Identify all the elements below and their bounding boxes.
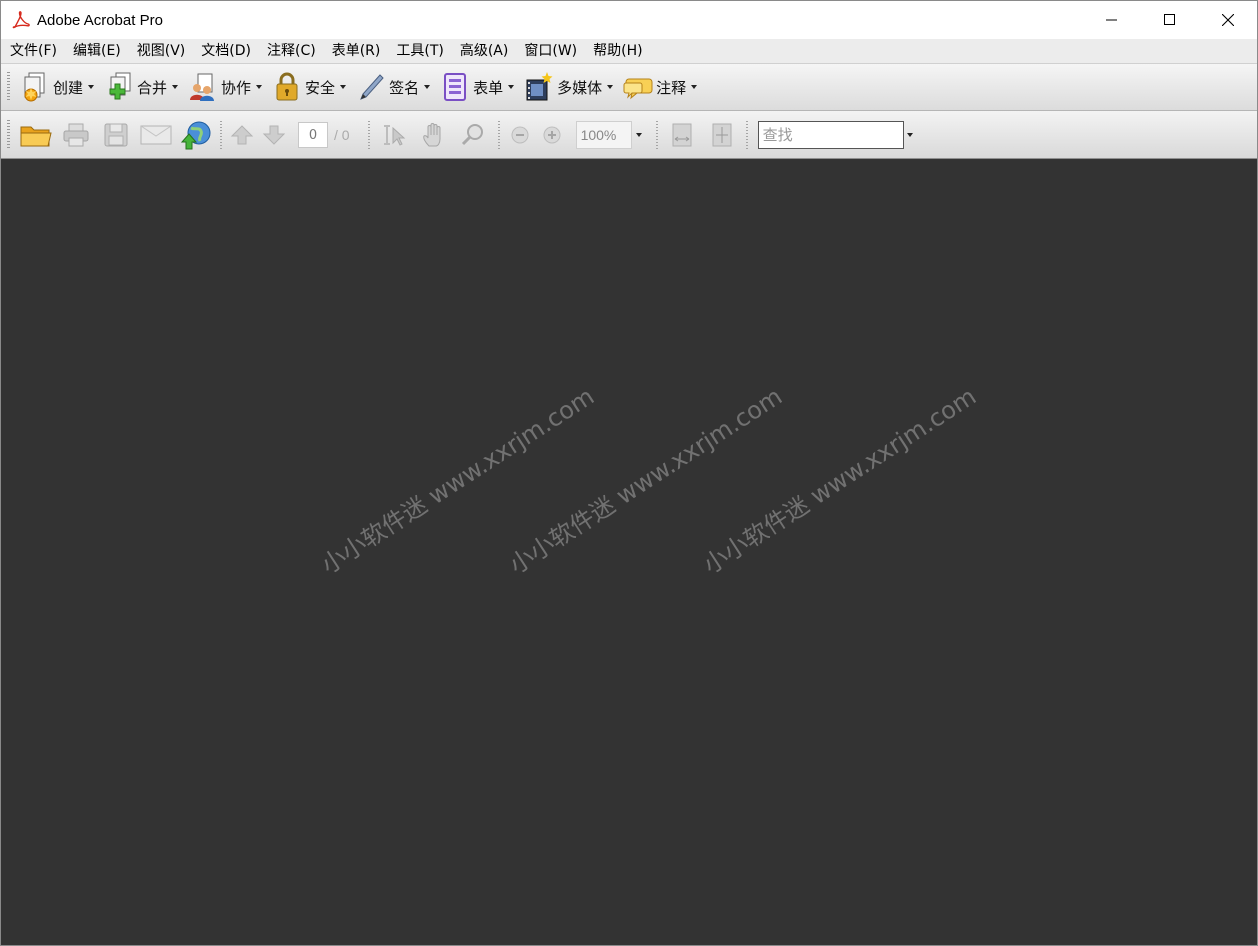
web-upload-button[interactable] — [176, 117, 216, 153]
marquee-zoom-icon — [461, 123, 483, 145]
combine-label: 合并 — [137, 78, 168, 97]
sign-button[interactable]: 签名 — [352, 67, 436, 107]
previous-page-button[interactable] — [226, 117, 258, 153]
text-select-icon — [383, 124, 405, 146]
sign-label: 签名 — [389, 78, 420, 97]
page-number-input[interactable]: 0 — [298, 121, 328, 148]
zoom-out-icon — [511, 126, 529, 143]
next-page-button[interactable] — [258, 117, 290, 153]
menu-forms[interactable]: 表单(R) — [324, 39, 389, 63]
toolbar-separator — [220, 120, 222, 149]
zoom-tool-button[interactable] — [454, 117, 494, 153]
combine-button[interactable]: 合并 — [100, 67, 184, 107]
forms-label: 表单 — [473, 78, 504, 97]
menu-edit[interactable]: 编辑(E) — [65, 39, 129, 63]
save-button[interactable] — [96, 117, 136, 153]
toolbar-grip[interactable] — [7, 119, 10, 150]
toolbar-separator — [745, 120, 748, 149]
select-tool-button[interactable] — [374, 117, 414, 153]
menu-bar: 文件(F) 编辑(E) 视图(V) 文档(D) 注释(C) 表单(R) 工具(T… — [1, 39, 1257, 64]
chevron-down-icon — [508, 85, 515, 89]
chevron-down-icon — [172, 85, 179, 89]
tasks-toolbar: 创建 合并 协作 安全 签名 表单 多媒体 注释 — [1, 64, 1257, 111]
combine-icon — [104, 71, 134, 103]
collaborate-label: 协作 — [221, 78, 252, 97]
comment-icon — [623, 71, 653, 103]
document-area[interactable]: 小小软件迷 www.xxrjm.com 小小软件迷 www.xxrjm.com … — [1, 159, 1257, 945]
toolbar-separator — [655, 120, 658, 149]
arrow-down-icon — [262, 125, 286, 145]
create-pdf-icon — [20, 71, 50, 103]
chevron-down-icon — [88, 85, 95, 89]
toolbar-grip[interactable] — [7, 72, 10, 102]
menu-view[interactable]: 视图(V) — [129, 39, 194, 63]
acrobat-logo-icon — [11, 10, 31, 30]
close-icon — [1222, 14, 1234, 26]
toolbar-separator — [367, 120, 370, 149]
menu-tools[interactable]: 工具(T) — [388, 39, 451, 63]
chevron-down-icon — [607, 85, 614, 89]
printer-icon — [63, 123, 89, 146]
maximize-icon — [1164, 14, 1175, 25]
search-input[interactable]: 查找 — [757, 120, 904, 149]
zoom-level-field[interactable]: 100% — [575, 120, 632, 149]
chevron-down-icon — [424, 85, 431, 89]
collaborate-button[interactable]: 协作 — [184, 67, 268, 107]
secure-label: 安全 — [305, 78, 336, 97]
title-bar: Adobe Acrobat Pro — [1, 1, 1257, 39]
menu-window[interactable]: 窗口(W) — [516, 39, 585, 63]
fit-page-icon — [712, 123, 732, 146]
zoom-in-button[interactable] — [536, 117, 568, 153]
multimedia-button[interactable]: 多媒体 — [520, 67, 619, 107]
zoom-in-icon — [543, 126, 561, 143]
globe-upload-icon — [180, 121, 211, 149]
save-icon — [104, 123, 128, 146]
page-total: / 0 — [334, 126, 350, 143]
create-pdf-button[interactable]: 创建 — [16, 67, 100, 107]
minimize-button[interactable] — [1083, 1, 1141, 39]
menu-advanced[interactable]: 高级(A) — [452, 39, 517, 63]
toolbar-separator — [497, 120, 500, 149]
comment-button[interactable]: 注释 — [619, 67, 703, 107]
secure-button[interactable]: 安全 — [268, 67, 352, 107]
zoom-out-button[interactable] — [504, 117, 536, 153]
chevron-down-icon — [691, 85, 698, 89]
collaborate-icon — [188, 71, 218, 103]
chevron-down-icon — [256, 85, 263, 89]
arrow-up-icon — [230, 124, 254, 144]
pen-icon — [356, 71, 386, 103]
search-dropdown-icon[interactable] — [906, 132, 913, 137]
file-toolbar: 0 / 0 100% 查找 — [1, 111, 1257, 159]
comment-label: 注释 — [656, 78, 687, 97]
menu-help[interactable]: 帮助(H) — [585, 39, 650, 63]
menu-file[interactable]: 文件(F) — [1, 39, 65, 63]
chevron-down-icon — [340, 85, 347, 89]
maximize-button[interactable] — [1141, 1, 1199, 39]
zoom-dropdown-icon[interactable] — [635, 132, 642, 137]
fit-width-icon — [672, 123, 692, 146]
fit-page-button[interactable] — [702, 117, 742, 153]
close-button[interactable] — [1199, 1, 1257, 39]
email-icon — [140, 125, 172, 144]
multimedia-label: 多媒体 — [557, 78, 603, 97]
print-button[interactable] — [56, 117, 96, 153]
folder-icon — [20, 126, 52, 146]
minimize-icon — [1106, 19, 1117, 21]
menu-comments[interactable]: 注释(C) — [259, 39, 324, 63]
forms-button[interactable]: 表单 — [436, 67, 520, 107]
fit-width-button[interactable] — [662, 117, 702, 153]
hand-icon — [422, 122, 441, 146]
lock-icon — [272, 71, 302, 103]
create-pdf-label: 创建 — [53, 78, 84, 97]
window-title: Adobe Acrobat Pro — [37, 11, 163, 29]
menu-document[interactable]: 文档(D) — [193, 39, 259, 63]
form-icon — [440, 71, 470, 103]
acrobat-window: Adobe Acrobat Pro 文件(F) 编辑(E) 视图(V) 文档(D… — [0, 0, 1258, 946]
open-button[interactable] — [16, 117, 56, 153]
hand-tool-button[interactable] — [414, 117, 454, 153]
email-button[interactable] — [136, 117, 176, 153]
multimedia-icon — [524, 71, 554, 103]
